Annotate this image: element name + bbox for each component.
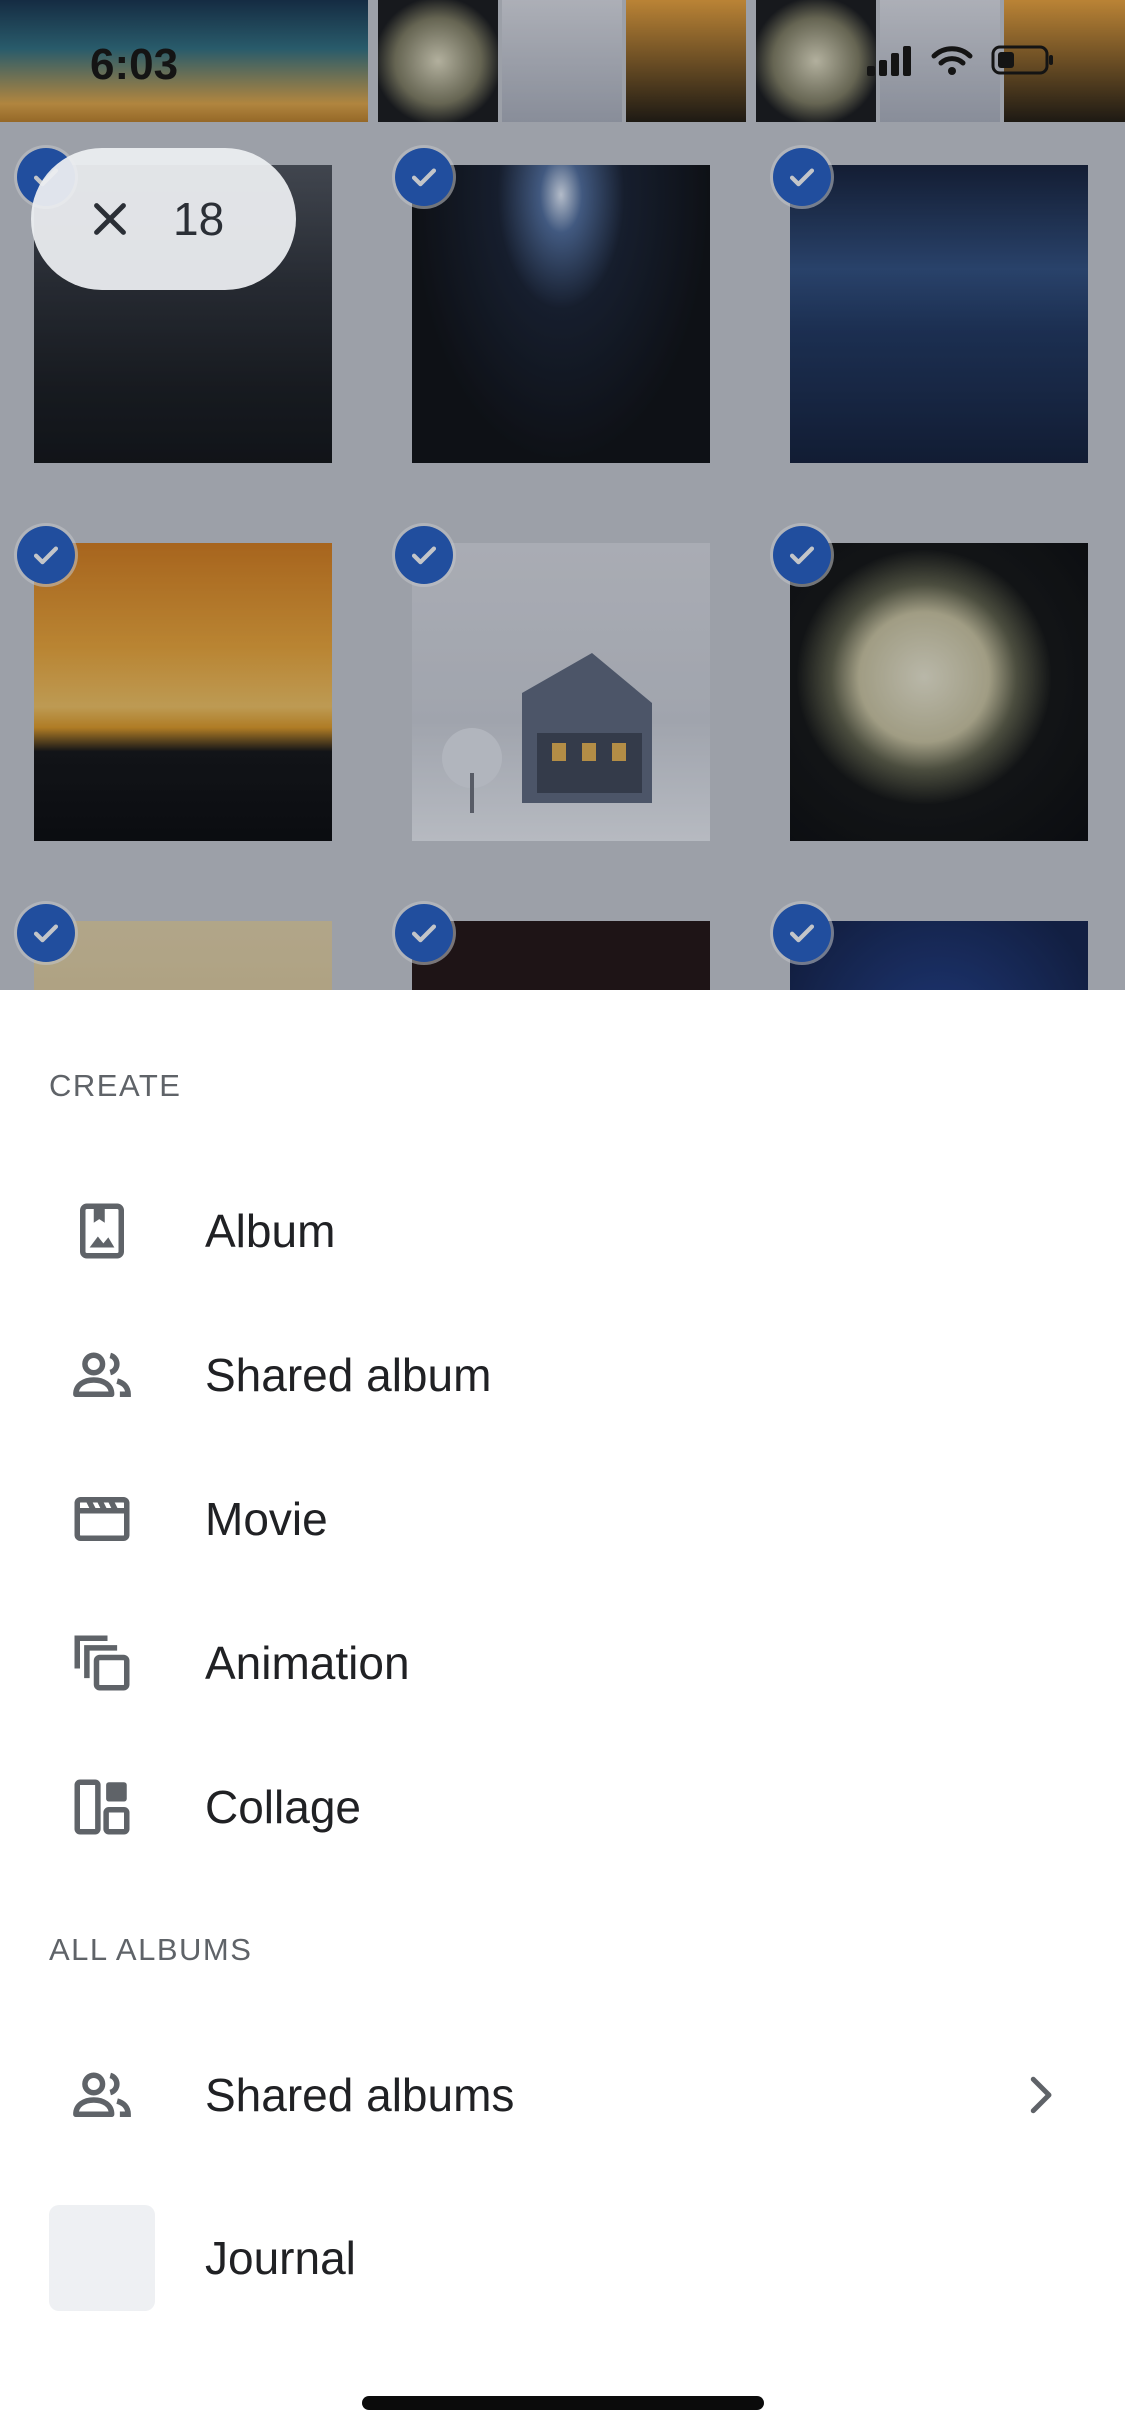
journal-album-label: Journal <box>205 2232 356 2284</box>
selected-check-icon[interactable] <box>773 526 831 584</box>
status-time: 6:03 <box>90 40 179 89</box>
photo-thumbnail <box>34 543 332 841</box>
selected-check-icon[interactable] <box>395 904 453 962</box>
create-shared-album-item[interactable]: Shared album <box>0 1308 1125 1442</box>
chevron-right-icon <box>1030 2076 1052 2114</box>
photo-thumbnail <box>790 921 1088 990</box>
wifi-icon <box>931 46 973 75</box>
shared-albums-item[interactable]: Shared albums <box>0 2028 1125 2162</box>
collage-icon <box>66 1771 138 1843</box>
photo-thumbnail <box>412 543 710 841</box>
create-section-header: CREATE <box>49 1068 182 1103</box>
movie-icon <box>66 1483 138 1555</box>
selected-check-icon[interactable] <box>773 148 831 206</box>
photo-thumbnail[interactable] <box>378 0 498 122</box>
create-collage-label: Collage <box>205 1781 361 1833</box>
selected-check-icon[interactable] <box>395 148 453 206</box>
selected-check-icon[interactable] <box>773 904 831 962</box>
photo-thumbnail <box>412 921 710 990</box>
people-icon <box>66 2059 138 2131</box>
selection-count: 18 <box>173 193 225 245</box>
home-indicator[interactable] <box>362 2396 764 2410</box>
create-animation-item[interactable]: Animation <box>0 1596 1125 1730</box>
selected-check-icon[interactable] <box>395 526 453 584</box>
album-thumbnail <box>49 2205 155 2311</box>
create-album-item[interactable]: Album <box>0 1164 1125 1298</box>
photo-thumbnail <box>412 165 710 463</box>
people-icon <box>66 1339 138 1411</box>
photo-thumbnail <box>790 165 1088 463</box>
photo-thumbnail <box>790 543 1088 841</box>
create-bottom-sheet: CREATE Album Shared album Movie Animatio… <box>0 990 1125 2436</box>
photo-tile[interactable] <box>756 131 1125 499</box>
create-movie-item[interactable]: Movie <box>0 1452 1125 1586</box>
photo-tile[interactable] <box>378 887 746 990</box>
photo-tile[interactable] <box>378 509 746 877</box>
all-albums-section-header: ALL ALBUMS <box>49 1932 253 1967</box>
close-icon[interactable] <box>87 196 133 242</box>
battery-icon <box>991 45 1053 75</box>
photo-thumbnail[interactable] <box>626 0 746 122</box>
photo-thumbnail[interactable] <box>756 0 876 122</box>
photo-tile[interactable] <box>0 509 368 877</box>
shared-albums-label: Shared albums <box>205 2069 515 2121</box>
photo-thumbnail <box>34 921 332 990</box>
photo-tile[interactable] <box>756 509 1125 877</box>
photo-grid: 6:03 18 <box>0 0 1125 990</box>
photo-tile[interactable] <box>0 887 368 990</box>
selected-check-icon[interactable] <box>17 526 75 584</box>
status-icons <box>867 44 1055 76</box>
album-icon <box>66 1195 138 1267</box>
selected-check-icon[interactable] <box>17 904 75 962</box>
photo-tile[interactable] <box>378 131 746 499</box>
photo-thumbnail[interactable] <box>0 0 368 122</box>
selection-pill: 18 <box>31 148 296 290</box>
animation-icon <box>66 1627 138 1699</box>
create-movie-label: Movie <box>205 1493 328 1545</box>
create-animation-label: Animation <box>205 1637 410 1689</box>
create-collage-item[interactable]: Collage <box>0 1740 1125 1874</box>
journal-album-item[interactable]: Journal <box>0 2191 1125 2325</box>
create-album-label: Album <box>205 1205 336 1257</box>
signal-icon <box>867 46 911 76</box>
photo-tile[interactable] <box>756 887 1125 990</box>
photo-thumbnail[interactable] <box>502 0 622 122</box>
create-shared-album-label: Shared album <box>205 1349 492 1401</box>
